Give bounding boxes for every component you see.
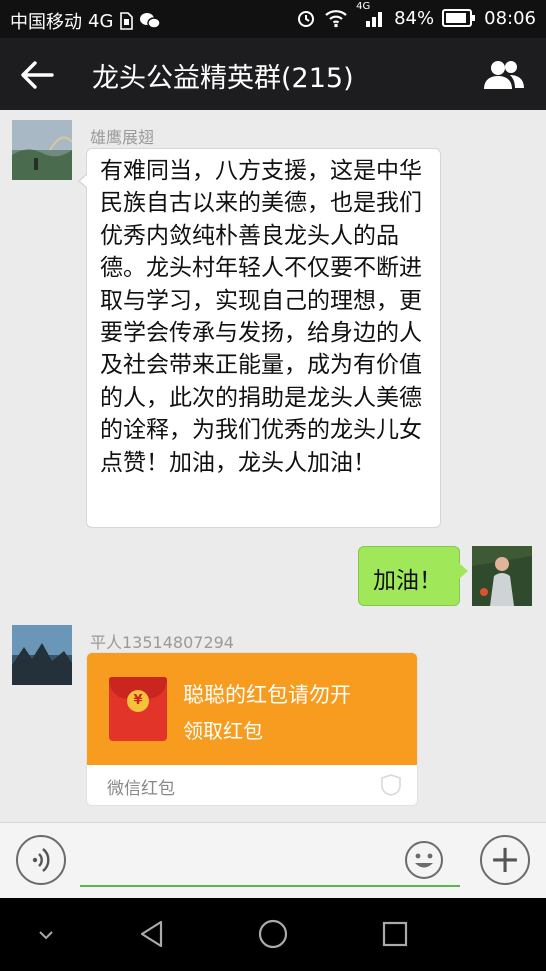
nav-back-icon[interactable] — [137, 919, 167, 949]
red-packet-body: ¥ 聪聪的红包请勿开 领取红包 — [87, 653, 417, 765]
input-bar: + — [0, 822, 546, 899]
nav-recents-icon[interactable] — [381, 920, 409, 948]
red-envelope-icon: ¥ — [109, 677, 167, 741]
cellular-signal-icon: 4G — [356, 1, 386, 29]
more-actions-button[interactable]: + — [480, 835, 530, 885]
sender-name: 平人13514807294 — [90, 633, 234, 652]
red-packet-footer-label: 微信红包 — [107, 779, 175, 799]
battery-percent: 84% — [394, 7, 435, 29]
sim-card-icon — [120, 12, 134, 30]
red-packet-action: 领取红包 — [183, 719, 263, 743]
chat-header: 龙头公益精英群(215) — [0, 38, 546, 110]
voice-icon — [32, 848, 50, 872]
alarm-icon — [298, 11, 315, 27]
my-message-bubble[interactable]: 加油！ — [358, 546, 468, 606]
wechat-icon — [140, 13, 162, 29]
avatar-landscape-image — [12, 120, 72, 180]
emoji-icon[interactable] — [404, 840, 444, 880]
red-packet-title: 聪聪的红包请勿开 — [183, 683, 351, 707]
back-arrow-icon[interactable] — [18, 58, 54, 92]
chevron-down-icon[interactable] — [36, 928, 56, 942]
nav-home-icon[interactable] — [257, 918, 289, 950]
clock: 08:06 — [484, 7, 536, 29]
sender-avatar[interactable] — [12, 120, 72, 180]
message-text: 有难同当，八方支援，这是中华民族自古以来的美德，也是我们优秀内敛纯朴善良龙头人的… — [100, 158, 422, 476]
sender-name: 雄鹰展翅 — [90, 128, 155, 147]
red-packet-card[interactable]: ¥ 聪聪的红包请勿开 领取红包 微信红包 — [86, 652, 418, 806]
avatar-photo-image — [472, 546, 532, 606]
battery-icon — [442, 9, 476, 27]
sender-avatar[interactable] — [12, 625, 72, 685]
system-nav-bar — [0, 898, 546, 971]
red-packet-footer: 微信红包 — [87, 765, 417, 805]
group-members-icon[interactable] — [482, 59, 526, 91]
carrier-label: 中国移动 — [10, 12, 82, 33]
message-input[interactable] — [80, 835, 460, 887]
message-text: 加油！ — [373, 568, 442, 594]
voice-input-button[interactable] — [16, 835, 66, 885]
network-label: 4G — [88, 10, 114, 32]
wifi-icon — [325, 10, 347, 28]
chat-title: 龙头公益精英群(215) — [92, 63, 354, 94]
avatar-sea-image — [12, 625, 72, 685]
my-avatar[interactable] — [472, 546, 532, 606]
red-packet-logo-icon — [381, 774, 401, 796]
status-bar: 中国移动 4G 4G 84% 08:06 — [0, 0, 546, 38]
